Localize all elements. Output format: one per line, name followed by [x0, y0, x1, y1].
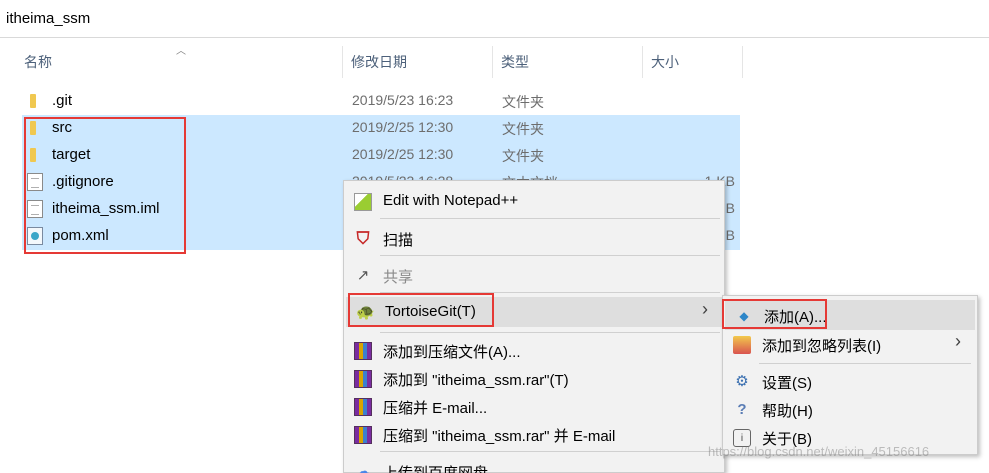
winrar-icon [354, 398, 372, 416]
folder-icon [30, 94, 36, 108]
file-name: target [52, 146, 91, 163]
baidu-cloud-icon: ☁ [355, 463, 371, 473]
menu-item-label: 压缩并 E-mail... [383, 400, 488, 417]
menu-item-label: 添加(A)... [764, 309, 827, 326]
submenu-item-settings[interactable]: ⚙ 设置(S) [723, 366, 975, 396]
notepad-icon [354, 193, 372, 211]
submenu-item-add[interactable]: ◆ 添加(A)... [725, 300, 975, 330]
menu-item-add-to-rar[interactable]: 添加到 "itheima_ssm.rar"(T) [344, 363, 724, 393]
submenu-item-ignore[interactable]: 添加到忽略列表(I) › [723, 329, 975, 359]
file-date: 2019/5/23 16:23 [352, 92, 454, 108]
mcafee-shield-icon: ⛉ [356, 229, 370, 248]
xml-file-icon [27, 227, 43, 245]
text-file-icon [27, 173, 43, 191]
winrar-icon [354, 370, 372, 388]
menu-item-label: 添加到忽略列表(I) [762, 338, 882, 355]
file-row-src[interactable]: src 2019/2/25 12:30 文件夹 [22, 115, 740, 142]
tortoisegit-submenu: ◆ 添加(A)... 添加到忽略列表(I) › ⚙ 设置(S) ? 帮助(H) … [722, 295, 978, 455]
column-name[interactable]: 名称 [16, 46, 343, 78]
winrar-icon [354, 342, 372, 360]
menu-item-add-to-archive[interactable]: 添加到压缩文件(A)... [344, 335, 724, 365]
menu-item-share[interactable]: ↗ 共享 [344, 260, 724, 290]
menu-separator [380, 255, 720, 256]
ignore-list-icon [733, 336, 751, 354]
menu-separator [380, 292, 720, 293]
menu-item-label: 上传到百度网盘 [383, 462, 488, 473]
address-bar[interactable]: itheima_ssm [0, 0, 989, 38]
address-path[interactable]: itheima_ssm [6, 10, 90, 27]
folder-icon [30, 121, 36, 135]
file-row-git[interactable]: .git 2019/5/23 16:23 文件夹 [22, 88, 740, 115]
column-size[interactable]: 大小 [643, 46, 743, 78]
menu-item-label: Edit with Notepad++ [383, 192, 519, 209]
settings-icon: ⚙ [735, 373, 749, 390]
menu-item-label: 压缩到 "itheima_ssm.rar" 并 E-mail [383, 428, 616, 445]
chevron-right-icon: › [702, 299, 708, 319]
file-name: pom.xml [52, 227, 109, 244]
folder-icon [30, 148, 36, 162]
file-date: 2019/2/25 12:30 [352, 146, 454, 162]
column-header: ︿ 名称 修改日期 类型 大小 [0, 46, 989, 78]
file-icon [27, 200, 43, 218]
add-icon: ◆ [739, 309, 749, 323]
file-name: .git [52, 92, 73, 109]
menu-item-scan[interactable]: ⛉ 扫描 [344, 223, 724, 253]
column-type[interactable]: 类型 [493, 46, 643, 78]
context-menu: Edit with Notepad++ ⛉ 扫描 ↗ 共享 🐢 Tortoise… [343, 180, 725, 473]
file-type: 文件夹 [502, 121, 544, 137]
share-icon: ↗ [356, 267, 370, 284]
menu-item-tortoisegit[interactable]: 🐢 TortoiseGit(T) › [346, 297, 722, 327]
menu-item-label: 扫描 [383, 232, 414, 249]
menu-item-notepadpp[interactable]: Edit with Notepad++ [344, 186, 724, 216]
watermark: https://blog.csdn.net/weixin_45156616 [708, 444, 930, 459]
chevron-right-icon: › [955, 331, 961, 351]
file-date: 2019/2/25 12:30 [352, 119, 454, 135]
menu-item-label: 共享 [383, 269, 414, 286]
menu-item-label: TortoiseGit(T) [385, 303, 476, 320]
file-name: src [52, 119, 72, 136]
menu-item-compress-rar-email[interactable]: 压缩到 "itheima_ssm.rar" 并 E-mail [344, 419, 724, 449]
tortoisegit-icon: 🐢 [356, 304, 375, 321]
submenu-item-help[interactable]: ? 帮助(H) [723, 394, 975, 424]
file-type: 文件夹 [502, 148, 544, 164]
column-date[interactable]: 修改日期 [343, 46, 493, 78]
menu-item-label: 设置(S) [762, 375, 812, 392]
file-row-target[interactable]: target 2019/2/25 12:30 文件夹 [22, 142, 740, 169]
menu-separator [380, 451, 720, 452]
file-name: .gitignore [52, 173, 114, 190]
file-type: 文件夹 [502, 94, 544, 110]
menu-separator [759, 363, 971, 364]
winrar-icon [354, 426, 372, 444]
menu-separator [380, 332, 720, 333]
menu-separator [380, 218, 720, 219]
file-name: itheima_ssm.iml [52, 200, 160, 217]
help-icon: ? [737, 401, 747, 418]
menu-item-label: 帮助(H) [762, 403, 813, 420]
menu-item-label: 添加到 "itheima_ssm.rar"(T) [383, 372, 569, 389]
menu-item-label: 添加到压缩文件(A)... [383, 344, 521, 361]
menu-item-compress-email[interactable]: 压缩并 E-mail... [344, 391, 724, 421]
menu-item-baidu-upload[interactable]: ☁ 上传到百度网盘 [344, 456, 724, 473]
